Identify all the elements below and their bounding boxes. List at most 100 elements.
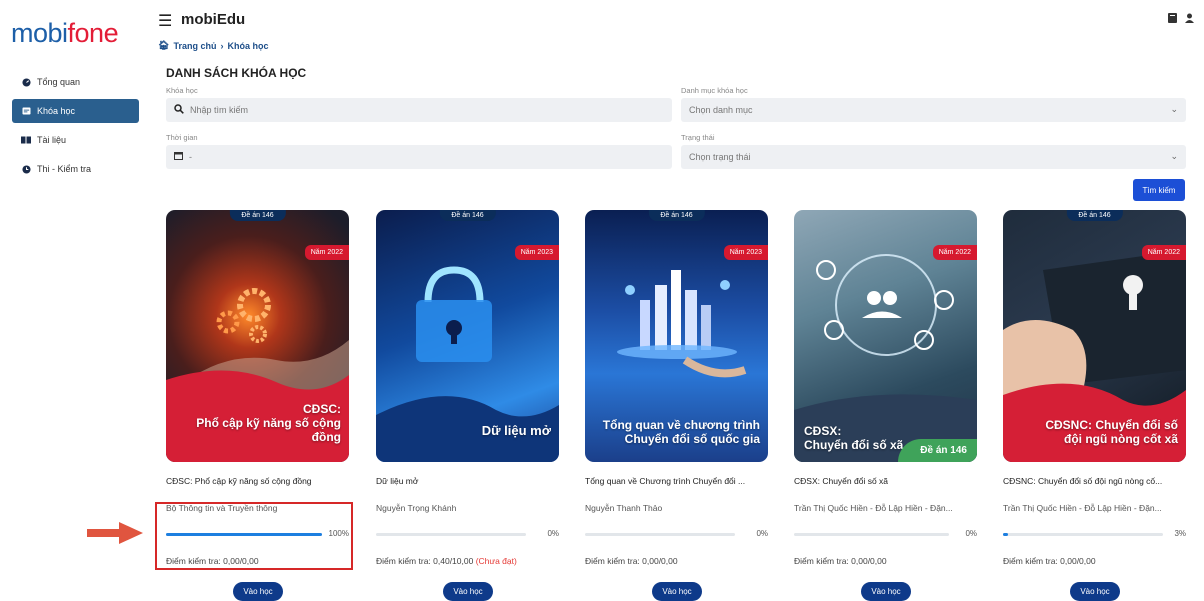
cover-title-line2: đội ngũ nòng cốt xã [1064, 432, 1178, 446]
course-thumbnail[interactable]: Đề án 146 Năm 2023 Tổng quan về chương t… [585, 210, 768, 462]
chevron-down-icon: ⌄ [1170, 151, 1178, 161]
progress-percent: 3% [1174, 529, 1186, 538]
sidebar-nav: Tổng quan Khóa học Tài liệu Thi - Kiểm t… [12, 70, 139, 186]
progress-track [1003, 533, 1163, 536]
hamburger-menu-icon[interactable]: ☰ [158, 11, 172, 31]
app-title: mobiEdu [181, 11, 246, 28]
cover-title: CĐSC: Phổ cập kỹ năng số cộng đồng [174, 402, 341, 444]
sidebar-item-documents[interactable]: Tài liệu [12, 128, 139, 152]
start-learning-button[interactable]: Vào học [1070, 582, 1120, 601]
cover-title-line1: Dữ liệu mở [481, 423, 551, 438]
score-status: (Chưa đạt) [475, 556, 517, 566]
course-author: Nguyễn Trọng Khánh [376, 503, 457, 513]
progress-bar: 0% [376, 529, 559, 540]
home-icon[interactable]: 🏠︎ [158, 40, 169, 51]
cover-title: Tổng quan về chương trình Chuyển đổi số … [593, 418, 760, 446]
progress-track [585, 533, 735, 536]
search-button[interactable]: Tìm kiếm [1133, 179, 1185, 201]
progress-track [376, 533, 526, 536]
start-learning-button[interactable]: Vào học [861, 582, 911, 601]
date-range-field[interactable]: - [166, 145, 672, 169]
project-tag: Đề án 146 [439, 210, 496, 221]
progress-bar: 3% [1003, 529, 1186, 540]
course-title[interactable]: CĐSNC: Chuyển đổi số đội ngũ nòng cố... [1003, 476, 1186, 486]
start-learning-button[interactable]: Vào học [652, 582, 702, 601]
cover-title-line1: CĐSX: [804, 424, 842, 438]
project-tag: Đề án 146 [1066, 210, 1123, 221]
course-thumbnail[interactable]: Đề án 146 Năm 2023 Dữ liệu mở [376, 210, 559, 462]
year-tag: Năm 2023 [723, 245, 768, 260]
date-range-value: - [189, 152, 192, 162]
breadcrumb-separator-icon: › [220, 40, 224, 51]
progress-fill [1003, 533, 1008, 536]
sidebar-item-exams[interactable]: Thi - Kiểm tra [12, 157, 139, 181]
sidebar: mobifone Tổng quan Khóa học Tài liệu Thi… [0, 0, 148, 601]
course-thumbnail[interactable]: Đề án 146 Năm 2022 CĐSC: Phổ cập kỹ năng… [166, 210, 349, 462]
top-bar: ☰ mobiEdu 🏠︎ Trang chủ › Khóa học [148, 0, 1204, 58]
top-icons [1168, 13, 1194, 26]
breadcrumb-current: Khóa học [227, 40, 269, 51]
course-title[interactable]: CĐSC: Phổ cập kỹ năng số cộng đồng [166, 476, 349, 486]
search-icon [174, 103, 184, 117]
course-thumbnail[interactable]: Đề án 146 Năm 2022 CĐSNC: Chuyển đổi số … [1003, 210, 1186, 462]
status-select[interactable]: Chọn trạng thái ⌄ [681, 145, 1186, 169]
year-tag: Năm 2022 [1141, 245, 1186, 260]
cover-title: CĐSNC: Chuyển đổi số đội ngũ nòng cốt xã [1011, 418, 1178, 446]
project-badge: Đề án 146 [898, 439, 977, 462]
score-label: Điểm kiểm tra: 0,00/0,00 [794, 556, 887, 566]
course-title[interactable]: Dữ liệu mở [376, 476, 559, 486]
course-card: Năm 2022 CĐSX: Chuyển đổi số xã Đề án 14… [794, 210, 977, 601]
category-select-value: Chọn danh mục [689, 105, 753, 115]
start-learning-button[interactable]: Vào học [443, 582, 493, 601]
dashboard-icon [21, 77, 31, 87]
cover-title-line1: Tổng quan về chương trình [602, 418, 760, 432]
annotation-arrow-icon [87, 522, 143, 544]
cover-title-line1: CĐSC: [303, 402, 341, 416]
status-filter-label: Trạng thái [681, 133, 715, 142]
category-filter-label: Danh mục khóa học [681, 86, 748, 95]
sidebar-item-label: Thi - Kiểm tra [37, 164, 92, 174]
year-tag: Năm 2022 [304, 245, 349, 260]
breadcrumb-home[interactable]: Trang chủ [173, 41, 216, 51]
highlight-box [155, 502, 353, 570]
sidebar-item-courses[interactable]: Khóa học [12, 99, 139, 123]
progress-percent: 0% [965, 529, 977, 538]
course-author: Trần Thị Quốc Hiền - Đỗ Lập Hiền - Đặn..… [1003, 503, 1162, 513]
progress-percent: 0% [756, 529, 768, 538]
course-author: Nguyễn Thanh Thảo [585, 503, 663, 513]
cover-title-line2: Phổ cập kỹ năng số cộng đồng [196, 416, 341, 444]
mobifone-logo[interactable]: mobifone [11, 18, 119, 49]
course-card: Đề án 146 Năm 2022 CĐSC: Phổ cập kỹ năng… [166, 210, 349, 601]
notebook-icon[interactable] [1168, 13, 1177, 26]
course-title[interactable]: CĐSX: Chuyển đổi số xã [794, 476, 977, 486]
user-icon[interactable] [1185, 13, 1194, 26]
course-title[interactable]: Tổng quan về Chương trình Chuyển đổi ... [585, 476, 768, 486]
score-text: Điểm kiểm tra: 0,00/0,00 [1003, 556, 1193, 566]
score-label: Điểm kiểm tra: 0,00/0,00 [1003, 556, 1096, 566]
course-card: Đề án 146 Năm 2023 Dữ liệu mở Dữ liệu mở… [376, 210, 559, 601]
sidebar-item-label: Tổng quan [37, 77, 81, 87]
start-learning-button[interactable]: Vào học [233, 582, 283, 601]
search-input[interactable]: Nhập tìm kiếm [166, 98, 672, 122]
project-tag: Đề án 146 [648, 210, 705, 221]
progress-percent: 0% [547, 529, 559, 538]
score-text: Điểm kiểm tra: 0,00/0,00 [585, 556, 775, 566]
category-select[interactable]: Chọn danh mục ⌄ [681, 98, 1186, 122]
course-thumbnail[interactable]: Năm 2022 CĐSX: Chuyển đổi số xã Đề án 14… [794, 210, 977, 462]
score-label: Điểm kiểm tra: 0,00/0,00 [585, 556, 678, 566]
cover-title: Dữ liệu mở [384, 424, 551, 438]
search-placeholder: Nhập tìm kiếm [190, 105, 249, 115]
progress-track [794, 533, 949, 536]
score-label: Điểm kiểm tra: 0,40/10,00 [376, 556, 474, 566]
logo-text-part2: fone [67, 18, 119, 48]
progress-bar: 0% [585, 529, 768, 540]
time-filter-label: Thời gian [166, 133, 198, 142]
year-tag: Năm 2022 [932, 245, 977, 260]
course-icon [21, 106, 31, 116]
calendar-icon [174, 151, 183, 163]
breadcrumb: 🏠︎ Trang chủ › Khóa học [158, 40, 268, 51]
status-select-value: Chọn trạng thái [689, 152, 751, 162]
sidebar-item-overview[interactable]: Tổng quan [12, 70, 139, 94]
sidebar-item-label: Tài liệu [37, 135, 67, 145]
course-card: Đề án 146 Năm 2023 Tổng quan về chương t… [585, 210, 768, 601]
